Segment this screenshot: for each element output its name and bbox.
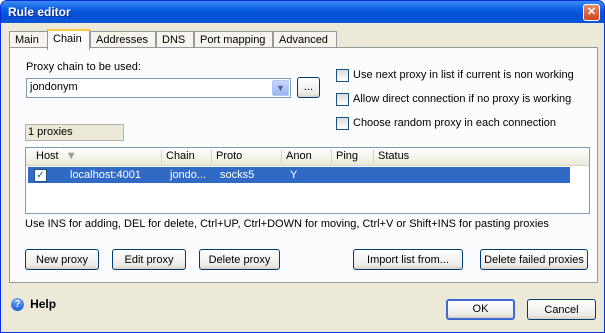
rule-editor-window: Rule editor ✕ Main Chain Addresses DNS P… <box>0 0 605 333</box>
browse-chain-button[interactable]: ... <box>297 77 320 98</box>
table-row[interactable]: ✓ localhost:4001 jondo... socks5 Y <box>28 167 570 183</box>
tab-advanced[interactable]: Advanced <box>273 31 337 48</box>
shortcut-hint: Use INS for adding, DEL for delete, Ctrl… <box>25 218 549 230</box>
import-list-button[interactable]: Import list from... <box>353 249 463 270</box>
column-anon[interactable]: Anon <box>281 150 324 163</box>
title-bar[interactable]: Rule editor ✕ <box>1 1 604 23</box>
ok-button[interactable]: OK <box>446 299 515 320</box>
proxy-list-header: Host ▼ Chain Proto Anon Ping Status <box>26 148 589 166</box>
new-proxy-button[interactable]: New proxy <box>25 249 99 270</box>
proxy-chain-select[interactable]: jondonym ▼ <box>26 78 291 98</box>
allow-direct-checkbox[interactable] <box>336 93 349 106</box>
use-next-proxy-checkbox[interactable] <box>336 69 349 82</box>
close-icon[interactable]: ✕ <box>583 4 600 21</box>
tab-port-mapping[interactable]: Port mapping <box>194 31 273 48</box>
allow-direct-label: Allow direct connection if no proxy is w… <box>353 93 572 105</box>
tab-main[interactable]: Main <box>9 31 48 48</box>
cancel-button[interactable]: Cancel <box>527 299 596 320</box>
column-chain[interactable]: Chain <box>161 150 204 163</box>
tab-chain[interactable]: Chain <box>47 29 90 50</box>
use-next-proxy-label: Use next proxy in list if current is non… <box>353 69 574 81</box>
proxy-chain-label: Proxy chain to be used: <box>26 61 141 73</box>
chevron-down-icon[interactable]: ▼ <box>272 80 289 96</box>
window-title: Rule editor <box>8 5 71 19</box>
column-host[interactable]: Host ▼ <box>32 150 86 163</box>
help-label: Help <box>30 297 57 311</box>
column-proto[interactable]: Proto <box>211 150 271 163</box>
delete-proxy-button[interactable]: Delete proxy <box>199 249 280 270</box>
sort-down-icon: ▼ <box>65 150 77 162</box>
chain-panel: Proxy chain to be used: jondonym ▼ ... U… <box>9 47 598 283</box>
random-proxy-label: Choose random proxy in each connection <box>353 117 557 129</box>
proxy-list[interactable]: Host ▼ Chain Proto Anon Ping Status ✓ lo… <box>25 147 590 214</box>
help-link[interactable]: ? Help <box>11 297 56 311</box>
column-ping[interactable]: Ping <box>331 150 366 163</box>
tab-dns[interactable]: DNS <box>156 31 194 48</box>
cell-anon: Y <box>290 169 298 181</box>
cell-proto: socks5 <box>220 169 255 181</box>
edit-proxy-button[interactable]: Edit proxy <box>112 249 186 270</box>
delete-failed-button[interactable]: Delete failed proxies <box>480 249 588 270</box>
proxy-enabled-checkbox[interactable]: ✓ <box>34 169 47 182</box>
random-proxy-checkbox[interactable] <box>336 117 349 130</box>
cell-chain: jondo... <box>170 169 207 181</box>
column-status[interactable]: Status <box>373 150 568 163</box>
proxy-chain-value: jondonym <box>30 81 78 93</box>
tab-addresses[interactable]: Addresses <box>90 31 156 48</box>
cell-host: localhost:4001 <box>70 169 141 181</box>
help-icon: ? <box>11 297 24 311</box>
proxy-count: 1 proxies <box>25 124 124 141</box>
